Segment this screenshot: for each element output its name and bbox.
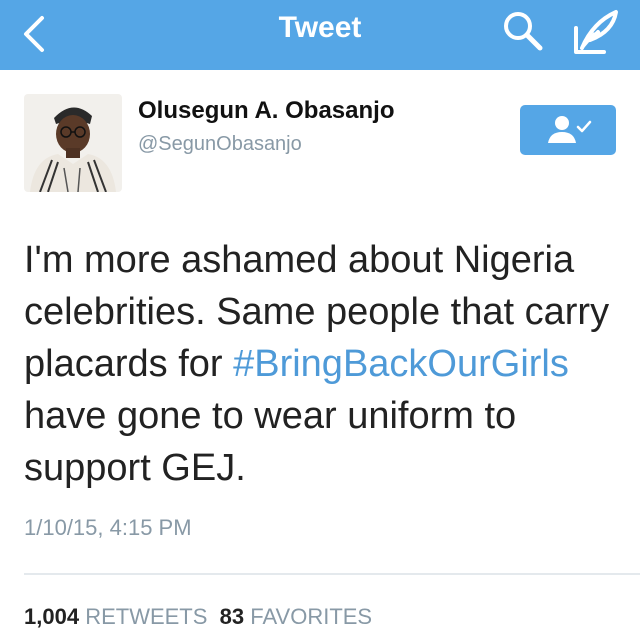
favorites-stat[interactable]: 83 FAVORITES <box>220 604 372 629</box>
divider <box>24 573 640 575</box>
tweet-text-part: have gone to wear uniform to support GEJ… <box>24 395 517 489</box>
following-person-check-icon <box>548 116 592 143</box>
search-icon[interactable] <box>498 6 548 56</box>
retweets-stat[interactable]: 1,004 RETWEETS <box>24 604 207 629</box>
favorites-label: FAVORITES <box>250 604 373 629</box>
following-button[interactable] <box>520 105 616 155</box>
profile-avatar[interactable] <box>24 94 122 192</box>
author-name[interactable]: Olusegun A. Obasanjo <box>138 96 394 126</box>
favorites-count: 83 <box>219 604 245 629</box>
retweets-label: RETWEETS <box>85 604 208 629</box>
hashtag-link[interactable]: #BringBackOurGirls <box>233 343 569 385</box>
tweet-timestamp: 1/10/15, 4:15 PM <box>24 515 192 540</box>
tweet-text: I'm more ashamed about Nigeria celebriti… <box>24 234 624 494</box>
tweet-stats: 1,004 RETWEETS 83 FAVORITES <box>24 603 372 631</box>
retweets-count: 1,004 <box>24 604 80 629</box>
top-nav-bar: Tweet <box>0 0 640 70</box>
author-handle[interactable]: @SegunObasanjo <box>138 131 302 157</box>
compose-quill-icon[interactable] <box>568 4 624 60</box>
